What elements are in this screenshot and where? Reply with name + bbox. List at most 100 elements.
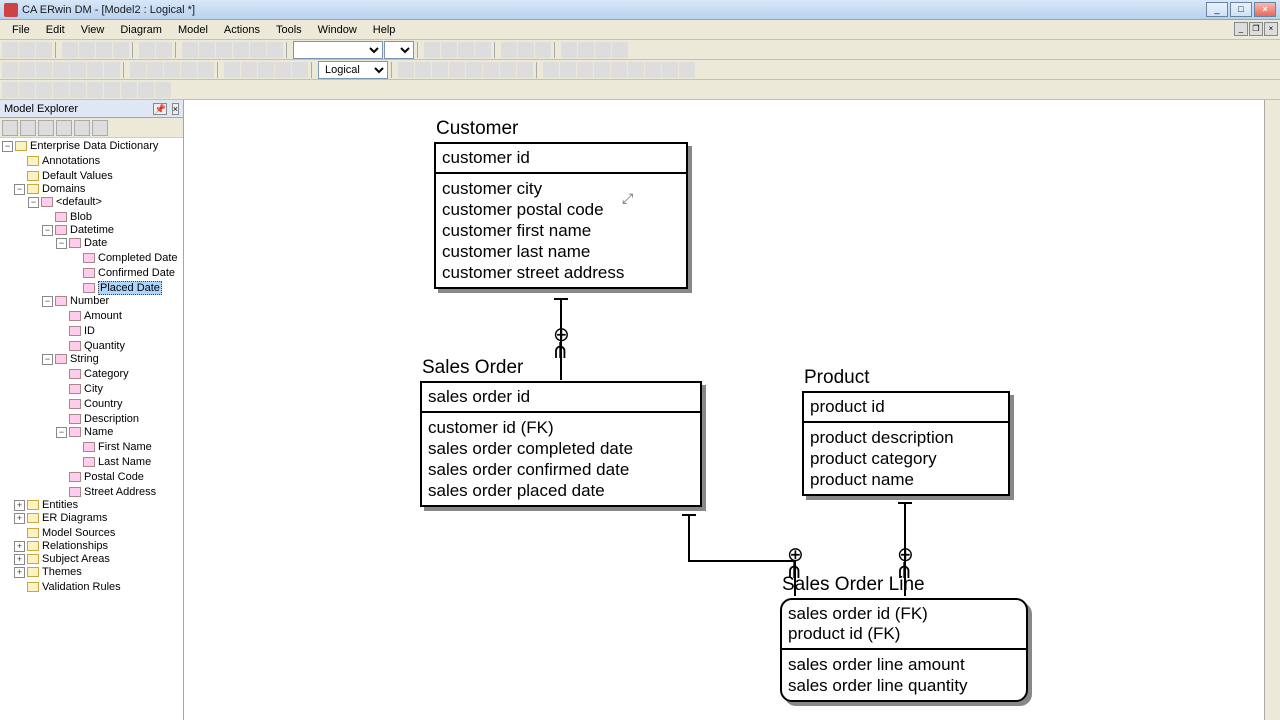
tool-generic-icon[interactable]: [415, 62, 431, 78]
tree-category[interactable]: Category: [84, 368, 129, 380]
tree-placed-date[interactable]: Placed Date: [98, 281, 162, 295]
tree-postal-code[interactable]: Postal Code: [84, 471, 144, 483]
tool-pan-icon[interactable]: [198, 62, 214, 78]
tool-generic-icon[interactable]: [241, 62, 257, 78]
tool-generic-icon[interactable]: [121, 82, 137, 98]
tool-cut-icon[interactable]: [79, 42, 95, 58]
tool-underline-icon[interactable]: [458, 42, 474, 58]
tool-generic-icon[interactable]: [543, 62, 559, 78]
explorer-tbtn-icon[interactable]: [20, 120, 36, 136]
tool-relation-icon[interactable]: [70, 62, 86, 78]
tool-goto-icon[interactable]: [182, 42, 198, 58]
tree-id[interactable]: ID: [84, 325, 95, 337]
tool-zoomout-icon[interactable]: [147, 62, 163, 78]
tree-last-name[interactable]: Last Name: [98, 456, 151, 468]
tool-open-icon[interactable]: [19, 42, 35, 58]
tree-street-address[interactable]: Street Address: [84, 486, 156, 498]
tree-model-sources[interactable]: Model Sources: [42, 527, 115, 539]
tool-generic-icon[interactable]: [87, 82, 103, 98]
tool-zoomfit-icon[interactable]: [164, 62, 180, 78]
tree-date[interactable]: Date: [84, 237, 107, 249]
tool-bold-icon[interactable]: [424, 42, 440, 58]
tree-er-diagrams[interactable]: ER Diagrams: [42, 512, 107, 524]
model-type-combo[interactable]: Logical: [318, 61, 388, 79]
explorer-tbtn-icon[interactable]: [74, 120, 90, 136]
tool-generic-icon[interactable]: [199, 42, 215, 58]
tool-save-icon[interactable]: [36, 42, 52, 58]
menu-actions[interactable]: Actions: [216, 22, 268, 38]
tree-annotations[interactable]: Annotations: [42, 155, 100, 167]
tool-view-icon[interactable]: [19, 62, 35, 78]
tool-zoom100-icon[interactable]: [181, 62, 197, 78]
tool-generic-icon[interactable]: [53, 82, 69, 98]
tree-first-name[interactable]: First Name: [98, 441, 152, 453]
tool-generic-icon[interactable]: [104, 82, 120, 98]
menu-diagram[interactable]: Diagram: [112, 22, 170, 38]
explorer-tbtn-icon[interactable]: [92, 120, 108, 136]
tool-align-icon[interactable]: [578, 42, 594, 58]
tool-font-color-icon[interactable]: [501, 42, 517, 58]
panel-close-icon[interactable]: ×: [172, 103, 179, 115]
model-tree[interactable]: −Enterprise Data Dictionary Annotations …: [0, 138, 183, 720]
tree-city[interactable]: City: [84, 383, 103, 395]
tool-generic-icon[interactable]: [483, 62, 499, 78]
doc-restore-button[interactable]: ❐: [1249, 22, 1263, 36]
minimize-button[interactable]: _: [1206, 2, 1228, 17]
tree-name[interactable]: Name: [84, 426, 113, 438]
tree-quantity[interactable]: Quantity: [84, 340, 125, 352]
tree-datetime[interactable]: Datetime: [70, 224, 114, 236]
explorer-tbtn-icon[interactable]: [56, 120, 72, 136]
tool-italic-icon[interactable]: [441, 42, 457, 58]
tool-generic-icon[interactable]: [432, 62, 448, 78]
tool-generic-icon[interactable]: [19, 82, 35, 98]
doc-minimize-button[interactable]: _: [1234, 22, 1248, 36]
tool-paste-icon[interactable]: [113, 42, 129, 58]
tool-fill-color-icon[interactable]: [518, 42, 534, 58]
tool-strike-icon[interactable]: [475, 42, 491, 58]
menu-help[interactable]: Help: [365, 22, 404, 38]
tool-generic-icon[interactable]: [679, 62, 695, 78]
tool-generic-icon[interactable]: [155, 82, 171, 98]
tree-eddict[interactable]: Enterprise Data Dictionary: [30, 140, 158, 152]
tool-generic-icon[interactable]: [36, 82, 52, 98]
tool-print-icon[interactable]: [62, 42, 78, 58]
vertical-scrollbar[interactable]: [1264, 100, 1280, 720]
tool-generic-icon[interactable]: [500, 62, 516, 78]
tree-entities[interactable]: Entities: [42, 499, 78, 511]
tool-generic-icon[interactable]: [645, 62, 661, 78]
tool-align-icon[interactable]: [612, 42, 628, 58]
tool-copy-icon[interactable]: [96, 42, 112, 58]
tool-annotation-icon[interactable]: [104, 62, 120, 78]
close-button[interactable]: ×: [1254, 2, 1276, 17]
relationship-line[interactable]: [688, 514, 690, 560]
diagram-canvas[interactable]: Customer customer id customer city custo…: [184, 100, 1280, 720]
entity-product[interactable]: Product product id product description p…: [802, 367, 1010, 496]
tool-generic-icon[interactable]: [560, 62, 576, 78]
entity-customer[interactable]: Customer customer id customer city custo…: [434, 118, 688, 289]
tool-align-icon[interactable]: [561, 42, 577, 58]
tool-generic-icon[interactable]: [594, 62, 610, 78]
explorer-tbtn-icon[interactable]: [38, 120, 54, 136]
tool-relation-icon[interactable]: [53, 62, 69, 78]
tool-generic-icon[interactable]: [70, 82, 86, 98]
size-combo[interactable]: [384, 41, 414, 59]
tool-redo-icon[interactable]: [156, 42, 172, 58]
tool-undo-icon[interactable]: [139, 42, 155, 58]
tree-validation-rules[interactable]: Validation Rules: [42, 581, 121, 593]
tool-generic-icon[interactable]: [233, 42, 249, 58]
tool-generic-icon[interactable]: [662, 62, 678, 78]
font-combo[interactable]: [293, 41, 383, 59]
maximize-button[interactable]: □: [1230, 2, 1252, 17]
tool-generic-icon[interactable]: [275, 62, 291, 78]
tool-generic-icon[interactable]: [577, 62, 593, 78]
tree-default-values[interactable]: Default Values: [42, 170, 113, 182]
pin-icon[interactable]: 📌: [153, 103, 166, 115]
tool-generic-icon[interactable]: [216, 42, 232, 58]
tool-entity-icon[interactable]: [2, 62, 18, 78]
tree-blob[interactable]: Blob: [70, 211, 92, 223]
doc-close-button[interactable]: ×: [1264, 22, 1278, 36]
tool-generic-icon[interactable]: [138, 82, 154, 98]
tool-generic-icon[interactable]: [449, 62, 465, 78]
tool-line-color-icon[interactable]: [535, 42, 551, 58]
menu-model[interactable]: Model: [170, 22, 216, 38]
